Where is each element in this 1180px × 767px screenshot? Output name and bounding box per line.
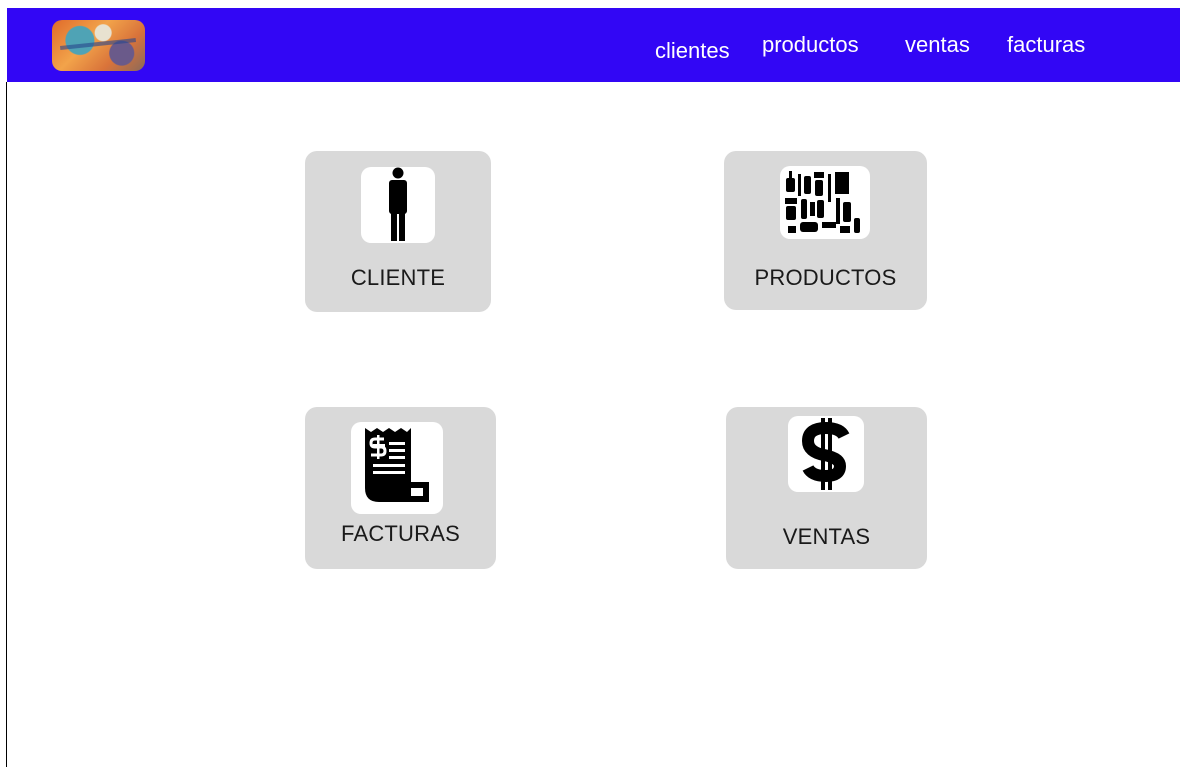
nav-link-productos[interactable]: productos <box>762 32 859 58</box>
card-label-facturas: FACTURAS <box>341 521 460 546</box>
navbar: clientes productos ventas facturas <box>7 8 1180 82</box>
card-productos[interactable]: PRODUCTOS <box>724 151 927 310</box>
person-icon <box>361 167 435 243</box>
page-border <box>6 82 7 767</box>
card-label-productos: PRODUCTOS <box>754 265 897 290</box>
dollar-icon <box>788 416 864 492</box>
card-label-ventas: VENTAS <box>782 524 871 549</box>
card-label-cliente: CLIENTE <box>350 265 446 290</box>
page: clientes productos ventas facturas CLIEN… <box>0 0 1180 767</box>
nav-link-ventas[interactable]: ventas <box>905 32 970 58</box>
receipt-icon <box>351 422 443 514</box>
nav-link-facturas[interactable]: facturas <box>1007 32 1085 58</box>
card-ventas[interactable]: VENTAS <box>726 407 927 569</box>
nav-link-clientes[interactable]: clientes <box>655 38 730 64</box>
card-cliente[interactable]: CLIENTE <box>305 151 491 312</box>
cleaning-products-icon <box>780 166 870 239</box>
card-facturas[interactable]: FACTURAS <box>305 407 496 569</box>
nav-links: clientes productos ventas facturas <box>7 8 1180 82</box>
